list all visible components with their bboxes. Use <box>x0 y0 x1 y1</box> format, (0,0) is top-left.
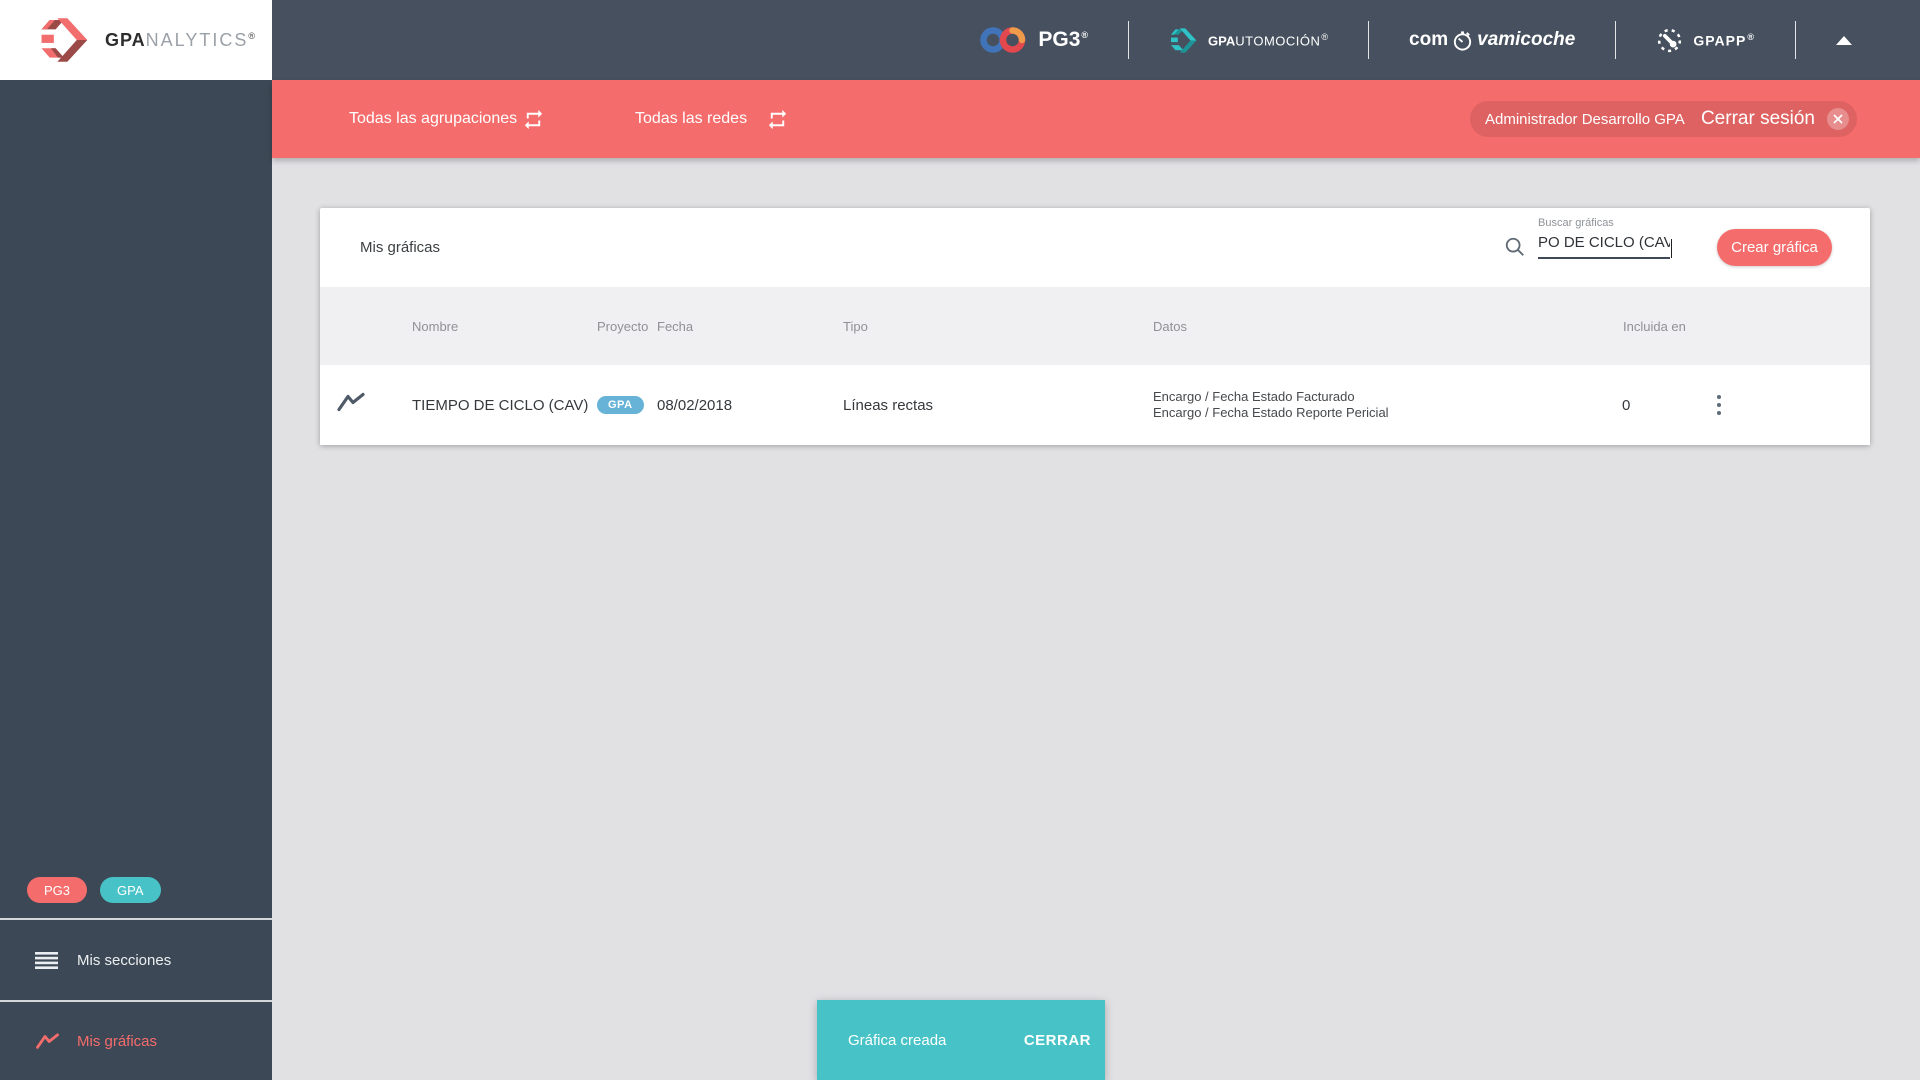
create-chart-button[interactable]: Crear gráfica <box>1717 229 1832 266</box>
sidebar-item-label: Mis secciones <box>77 951 172 969</box>
divider <box>1795 21 1796 59</box>
collapse-up-icon[interactable] <box>1836 35 1852 45</box>
pg3-app-link[interactable]: PG3® <box>979 25 1088 55</box>
table-row[interactable]: TIEMPO DE CICLO (CAV) GPA 08/02/2018 Lín… <box>320 365 1870 445</box>
gpa-badge[interactable]: GPA <box>100 877 161 903</box>
column-header-type: Tipo <box>843 318 868 334</box>
top-header: PG3® GPAUTOMOCIÓN® com vamicoche GPAPP® <box>272 0 1920 80</box>
search-label: Buscar gráficas <box>1538 217 1614 229</box>
text-caret <box>1670 239 1672 258</box>
gpapp-gauge-wrench-icon <box>1658 28 1682 52</box>
pg3-infinity-icon <box>980 27 1026 53</box>
project-badge: GPA <box>597 396 644 414</box>
session-pill: Administrador Desarrollo GPA Cerrar sesi… <box>1470 101 1857 137</box>
column-header-name: Nombre <box>412 318 459 334</box>
search-field: Buscar gráficas <box>1538 217 1672 259</box>
search-input[interactable] <box>1538 233 1670 259</box>
gpautomocion-label: GPAUTOMOCIÓN® <box>1208 31 1329 49</box>
com-label-post: vamicoche <box>1477 29 1576 50</box>
sidebar-item-mis-graficas[interactable]: Mis gráficas <box>0 1000 272 1080</box>
app-logo: GPANALYTICS® <box>0 0 272 80</box>
search-icon[interactable] <box>1504 236 1526 263</box>
row-included-count: 0 <box>1622 396 1631 414</box>
gpa-analytics-arrow-icon <box>41 18 88 62</box>
line-chart-icon <box>336 391 366 419</box>
divider <box>1615 21 1617 59</box>
table-header: Nombre Proyecto Fecha Tipo Datos Incluid… <box>320 287 1870 365</box>
page-title: Mis gráficas <box>360 239 441 256</box>
toast-close-button[interactable]: CERRAR <box>1024 1032 1091 1049</box>
column-header-included: Incluida en <box>1623 318 1686 334</box>
snackbar-toast: Gráfica creada CERRAR <box>817 1000 1105 1080</box>
gpapp-app-link[interactable]: GPAPP® <box>1656 27 1755 54</box>
all-networks-selector[interactable]: Todas las redes <box>635 80 747 158</box>
app-switcher: PG3® GPAUTOMOCIÓN® com vamicoche GPAPP® <box>979 0 1852 80</box>
sidebar-item-label: Mis gráficas <box>77 1032 158 1050</box>
toast-message: Gráfica creada <box>848 1031 947 1049</box>
logo-text-light: NALYTICS <box>145 29 249 50</box>
com-label-pre: com <box>1409 29 1449 50</box>
row-date: 08/02/2018 <box>657 396 733 414</box>
sidebar-item-mis-secciones[interactable]: Mis secciones <box>0 918 272 1000</box>
row-project: GPA <box>597 365 644 445</box>
app-logo-text: GPANALYTICS® <box>105 30 256 51</box>
sidebar: PG3 GPA Mis secciones Mis gráficas <box>0 0 272 1080</box>
all-groups-selector[interactable]: Todas las agrupaciones <box>349 80 517 158</box>
comprovamicoche-app-link[interactable]: com vamicoche <box>1409 29 1575 52</box>
row-data: Encargo / Fecha Estado Facturado Encargo… <box>1153 365 1389 445</box>
gpautomocion-arrow-icon <box>1170 27 1197 53</box>
logout-button[interactable]: Cerrar sesión <box>1701 108 1815 130</box>
menu-icon <box>35 951 65 969</box>
swap-icon[interactable] <box>766 108 789 136</box>
divider <box>1368 21 1370 59</box>
line-chart-icon <box>35 1032 65 1051</box>
sidebar-badges: PG3 GPA <box>27 877 161 903</box>
column-header-data: Datos <box>1153 318 1187 334</box>
row-data-line: Encargo / Fecha Estado Reporte Pericial <box>1153 405 1389 420</box>
column-header-project: Proyecto <box>597 318 649 334</box>
stopwatch-icon <box>1454 30 1472 51</box>
filter-bar: Todas las agrupaciones Todas las redes A… <box>272 80 1920 158</box>
row-type: Líneas rectas <box>843 396 934 414</box>
pg3-label: PG3® <box>1038 28 1089 51</box>
row-data-line: Encargo / Fecha Estado Facturado <box>1153 389 1355 404</box>
logout-x-icon[interactable] <box>1827 108 1849 130</box>
logo-reg-mark: ® <box>248 30 256 41</box>
logo-text-bold: GPA <box>105 29 146 50</box>
current-user-label: Administrador Desarrollo GPA <box>1485 110 1685 128</box>
gpapp-label: GPAPP® <box>1693 31 1755 49</box>
column-header-date: Fecha <box>657 318 694 334</box>
pg3-badge[interactable]: PG3 <box>27 877 88 903</box>
my-charts-card: Mis gráficas Buscar gráficas Crear gráfi… <box>320 208 1870 445</box>
gpautomocion-app-link[interactable]: GPAUTOMOCIÓN® <box>1169 27 1328 54</box>
row-name: TIEMPO DE CICLO (CAV) <box>412 396 589 414</box>
swap-icon[interactable] <box>522 108 545 136</box>
divider <box>1128 21 1130 59</box>
kebab-icon[interactable] <box>1706 391 1732 419</box>
